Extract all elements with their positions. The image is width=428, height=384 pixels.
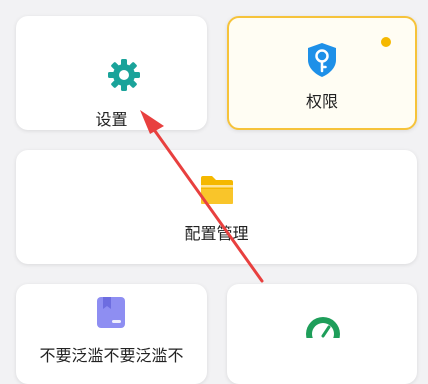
gear-icon [108, 59, 140, 91]
document-card[interactable]: 不要泛滥不要泛滥不 [16, 284, 207, 384]
config-management-label: 配置管理 [184, 224, 249, 243]
permissions-card[interactable]: 权限 [227, 16, 417, 130]
document-icon [97, 297, 125, 328]
config-management-card[interactable]: 配置管理 [16, 150, 417, 264]
speedometer-card[interactable] [227, 284, 417, 384]
notification-dot [381, 37, 391, 47]
permissions-label: 权限 [305, 92, 338, 111]
speedometer-icon [306, 317, 340, 352]
settings-card[interactable]: 设置 [16, 16, 207, 130]
folder-icon [201, 176, 233, 204]
key-shield-icon [308, 43, 336, 77]
settings-label: 设置 [95, 110, 128, 129]
document-label: 不要泛滥不要泛滥不 [39, 346, 184, 365]
